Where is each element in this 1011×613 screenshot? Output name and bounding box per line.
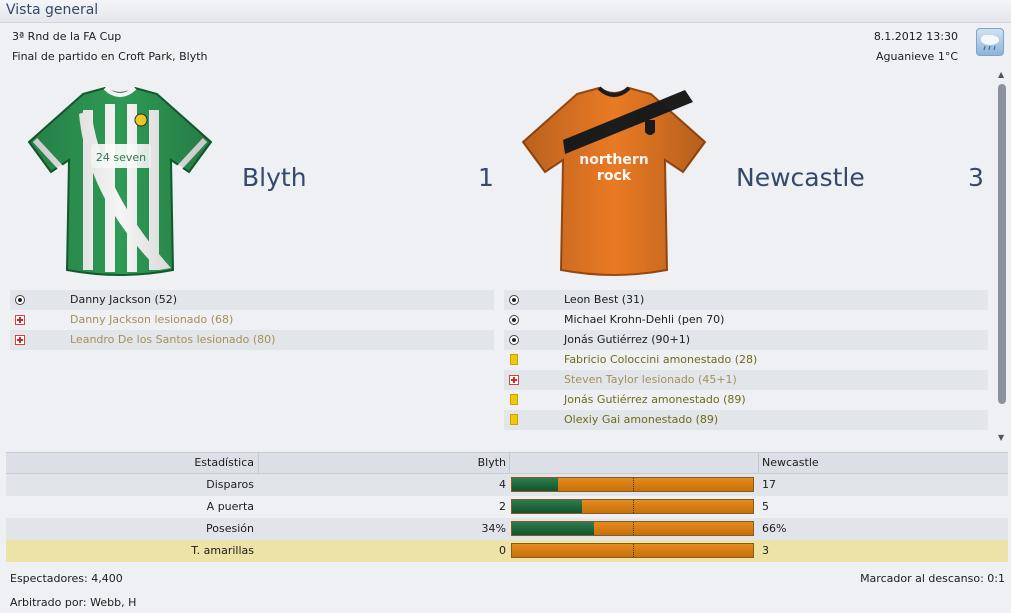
event-row[interactable]: Steven Taylor lesionado (45+1) bbox=[504, 370, 988, 390]
goal-ball-icon bbox=[509, 315, 519, 325]
stats-row: Disparos 4 17 bbox=[6, 474, 1008, 496]
stats-table: Estadística Blyth Newcastle Disparos 4 17 A… bbox=[6, 452, 1008, 562]
referee-label: Arbitrado por: Webb, H bbox=[10, 596, 137, 609]
stat-comparison-bar bbox=[511, 477, 754, 492]
competition-label: 3ª Rnd de la FA Cup bbox=[12, 30, 122, 43]
goal-ball-icon bbox=[509, 295, 519, 305]
event-text: Danny Jackson lesionado (68) bbox=[70, 313, 234, 326]
stat-home-share-fill bbox=[512, 500, 582, 513]
stat-bar-midline bbox=[632, 544, 634, 557]
stat-away-value: 5 bbox=[762, 500, 769, 513]
goal-ball-icon bbox=[509, 335, 519, 345]
stat-bar-midline bbox=[632, 522, 634, 535]
stat-home-value: 4 bbox=[499, 478, 506, 491]
event-text: Leon Best (31) bbox=[564, 293, 645, 306]
away-events-list: Leon Best (31) Michael Krohn-Dehli (pen 7… bbox=[504, 290, 988, 430]
event-row[interactable]: Fabricio Coloccini amonestado (28) bbox=[504, 350, 988, 370]
event-row[interactable]: Jonás Gutiérrez (90+1) bbox=[504, 330, 988, 350]
stat-bar-midline bbox=[632, 478, 634, 491]
stat-label: Posesión bbox=[206, 522, 254, 535]
stat-comparison-bar bbox=[511, 543, 754, 558]
stat-home-share-fill bbox=[512, 522, 594, 535]
stats-header-away[interactable]: Newcastle bbox=[762, 453, 1002, 473]
event-text: Fabricio Coloccini amonestado (28) bbox=[564, 353, 758, 366]
page-title: Vista general bbox=[6, 2, 99, 18]
result-line: Final de partido en Croft Park, Blyth bbox=[12, 50, 208, 63]
event-text: Jonás Gutiérrez amonestado (89) bbox=[564, 393, 746, 406]
stat-home-value: 2 bbox=[499, 500, 506, 513]
attendance-label: Espectadores: 4,400 bbox=[10, 572, 123, 585]
stat-home-value: 0 bbox=[499, 544, 506, 557]
goal-ball-icon bbox=[15, 295, 25, 305]
stat-home-share-fill bbox=[512, 478, 558, 491]
event-row[interactable]: Michael Krohn-Dehli (pen 70) bbox=[504, 310, 988, 330]
event-text: Leandro De los Santos lesionado (80) bbox=[70, 333, 276, 346]
event-text: Michael Krohn-Dehli (pen 70) bbox=[564, 313, 725, 326]
weather-label: Aguanieve 1°C bbox=[876, 50, 958, 63]
yellow-card-icon bbox=[510, 394, 518, 405]
stats-header-label[interactable]: Estadística bbox=[6, 453, 254, 473]
stat-comparison-bar bbox=[511, 521, 754, 536]
scroll-up-icon[interactable]: ▲ bbox=[998, 70, 1004, 79]
sleet-icon[interactable] bbox=[976, 28, 1004, 56]
stat-away-value: 66% bbox=[762, 522, 787, 535]
yellow-card-icon bbox=[510, 414, 518, 425]
injury-icon bbox=[509, 375, 519, 385]
event-row[interactable]: Olexiy Gai amonestado (89) bbox=[504, 410, 988, 430]
home-events-list: Danny Jackson (52) Danny Jackson lesionad… bbox=[10, 290, 494, 350]
stat-bar-midline bbox=[632, 500, 634, 513]
stat-label: A puerta bbox=[206, 500, 254, 513]
stat-comparison-bar bbox=[511, 499, 754, 514]
event-row[interactable]: Leon Best (31) bbox=[504, 290, 988, 310]
stats-row: T. amarillas 0 3 bbox=[6, 540, 1008, 562]
event-text: Jonás Gutiérrez (90+1) bbox=[564, 333, 690, 346]
away-team-name[interactable]: Newcastle bbox=[736, 163, 865, 192]
injury-icon bbox=[15, 335, 25, 345]
away-team-score: 3 bbox=[968, 163, 984, 192]
stat-label: T. amarillas bbox=[191, 544, 254, 557]
away-kit-shirt: northern rock bbox=[521, 86, 707, 276]
stats-row: Posesión 34% 66% bbox=[6, 518, 1008, 540]
injury-icon bbox=[15, 315, 25, 325]
scroll-down-icon[interactable]: ▼ bbox=[998, 433, 1004, 442]
stats-row: A puerta 2 5 bbox=[6, 496, 1008, 518]
home-kit-shirt: 24 seven bbox=[27, 86, 213, 276]
title-bar: Vista general bbox=[0, 0, 1011, 23]
event-row[interactable]: Danny Jackson lesionado (68) bbox=[10, 310, 494, 330]
halftime-score-label: Marcador al descanso: 0:1 bbox=[860, 572, 1005, 585]
yellow-card-icon bbox=[510, 354, 518, 365]
event-text: Steven Taylor lesionado (45+1) bbox=[564, 373, 737, 386]
stat-away-value: 17 bbox=[762, 478, 776, 491]
stats-header-row: Estadística Blyth Newcastle bbox=[6, 452, 1008, 474]
scrollbar-thumb[interactable] bbox=[998, 84, 1006, 404]
match-overview-panel: Vista general 3ª Rnd de la FA Cup Final … bbox=[0, 0, 1011, 613]
match-datetime: 8.1.2012 13:30 bbox=[873, 30, 958, 43]
stat-label: Disparos bbox=[206, 478, 254, 491]
home-team-score: 1 bbox=[478, 163, 494, 192]
event-text: Danny Jackson (52) bbox=[70, 293, 178, 306]
home-team-name[interactable]: Blyth bbox=[242, 163, 307, 192]
event-row[interactable]: Leandro De los Santos lesionado (80) bbox=[10, 330, 494, 350]
stat-away-value: 3 bbox=[762, 544, 769, 557]
stats-header-home[interactable]: Blyth bbox=[262, 453, 506, 473]
stat-home-value: 34% bbox=[481, 522, 506, 535]
event-text: Olexiy Gai amonestado (89) bbox=[564, 413, 719, 426]
event-row[interactable]: Danny Jackson (52) bbox=[10, 290, 494, 310]
event-row[interactable]: Jonás Gutiérrez amonestado (89) bbox=[504, 390, 988, 410]
